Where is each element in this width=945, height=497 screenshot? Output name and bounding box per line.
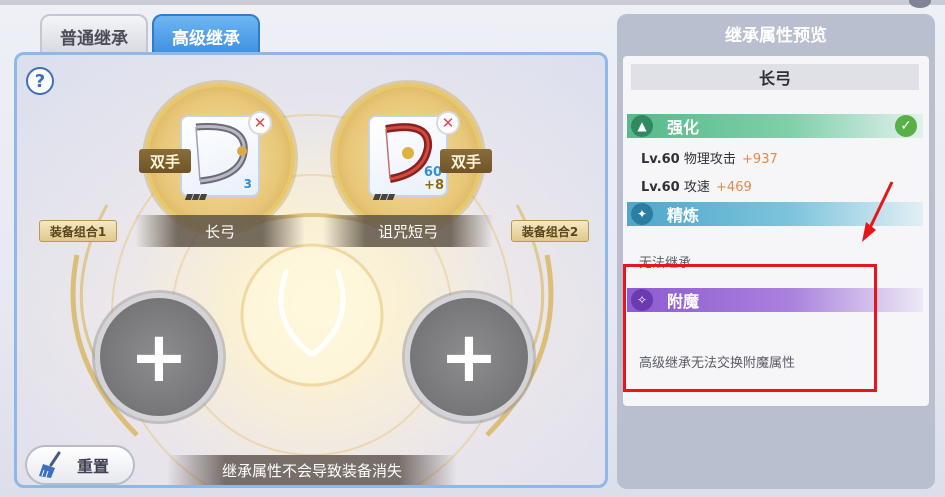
stat-row-speed: Lv.60 攻速 +469 xyxy=(641,180,752,195)
hand-tag-1: 双手 xyxy=(139,149,191,173)
item-count: 3 xyxy=(243,177,252,191)
item-stars xyxy=(372,185,396,200)
plus-icon: + xyxy=(439,316,499,398)
help-button[interactable]: ? xyxy=(26,67,54,95)
background-ornament xyxy=(70,114,554,485)
arrow-icon xyxy=(862,181,894,242)
section-refine-label: 精炼 xyxy=(667,206,700,225)
tab-advanced-inherit[interactable]: 高级继承 xyxy=(152,14,260,56)
check-icon: ✓ xyxy=(895,115,917,137)
inherit-preview-panel: 继承属性预览 长弓 ▲ 强化 ✓ Lv.60 物理攻击 +937 Lv.60 攻… xyxy=(617,14,935,489)
hand-tag-2: 双手 xyxy=(440,149,492,173)
preview-item-name: 长弓 xyxy=(631,64,919,90)
section-enhance-label: 强化 xyxy=(667,118,700,137)
footer-note: 继承属性不会导致装备消失 xyxy=(167,455,457,485)
item-name-2: 诅咒短弓 xyxy=(323,215,493,247)
preview-header: 继承属性预览 xyxy=(725,25,827,46)
plus-icon: + xyxy=(129,316,189,398)
arrow-up-icon: ▲ xyxy=(631,115,653,137)
stat-row-attack: Lv.60 物理攻击 +937 xyxy=(641,152,778,167)
remove-item-1-button[interactable]: ✕ xyxy=(248,111,272,135)
inherit-panel: ? 3 ✕ 双手 长弓 装备组合1 60 +8 ✕ 双手 诅咒短弓 装备组合2 … xyxy=(14,52,608,488)
reset-label: 重置 xyxy=(77,457,110,476)
tab-normal-inherit[interactable]: 普通继承 xyxy=(40,14,148,56)
top-bar xyxy=(0,0,945,5)
section-enhance: ▲ 强化 ✓ xyxy=(627,114,923,138)
item-name-1: 长弓 xyxy=(135,215,305,247)
add-equipment-slot-2[interactable]: + xyxy=(405,293,533,421)
reset-button[interactable]: 重置 xyxy=(25,445,135,485)
refine-icon: ✦ xyxy=(631,203,653,225)
item-stars xyxy=(184,185,208,200)
highlight-box xyxy=(623,264,877,392)
add-equipment-slot-1[interactable]: + xyxy=(95,293,223,421)
broom-icon xyxy=(39,451,61,478)
remove-item-2-button[interactable]: ✕ xyxy=(436,111,460,135)
combo-tag-1: 装备组合1 xyxy=(39,220,117,242)
combo-tag-2: 装备组合2 xyxy=(511,220,589,242)
enhance-level: +8 xyxy=(424,178,444,193)
top-handle xyxy=(909,0,931,8)
